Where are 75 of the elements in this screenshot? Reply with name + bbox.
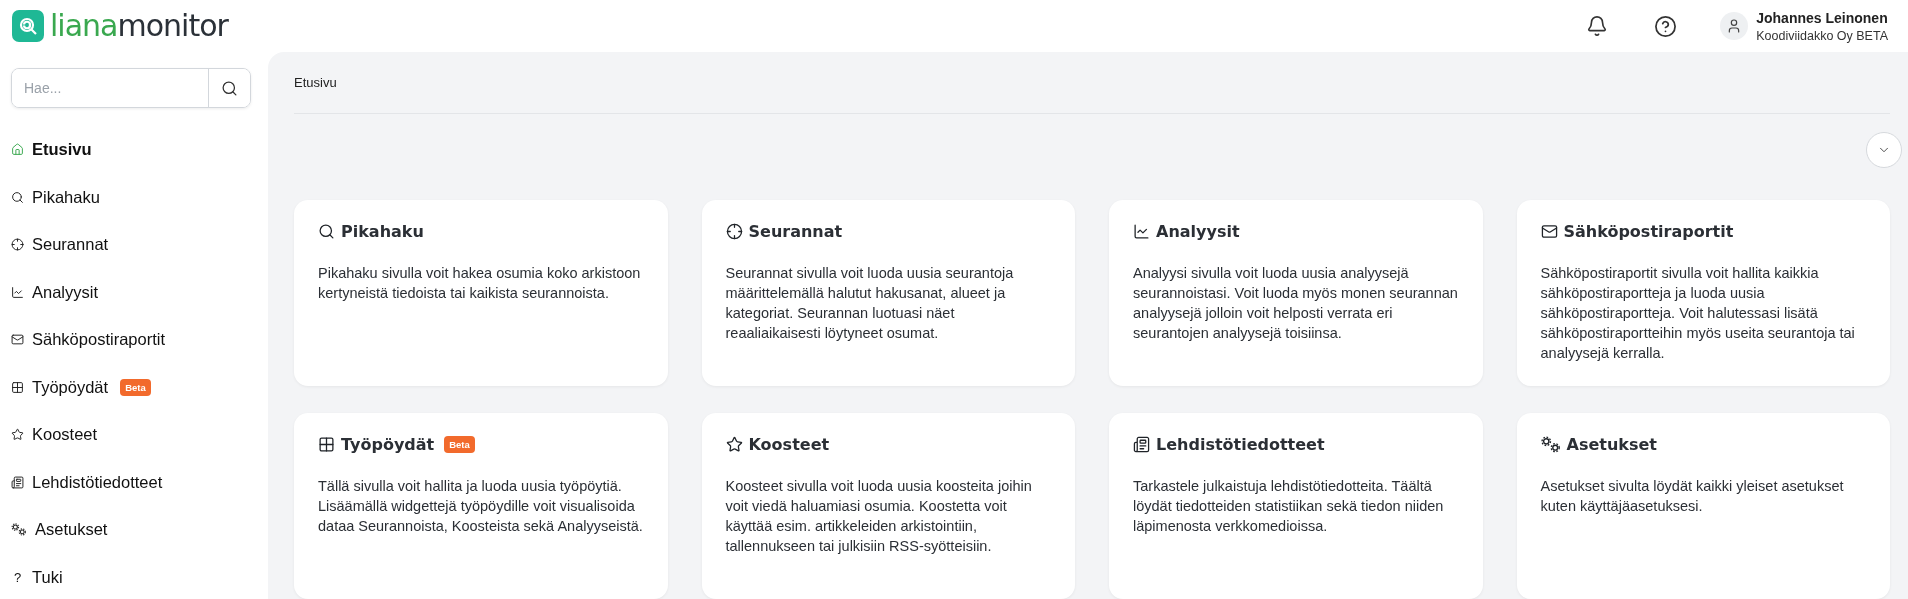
- search-icon: [221, 79, 238, 97]
- envelope-icon: [11, 333, 24, 347]
- star-icon: [725, 436, 743, 453]
- search-field[interactable]: Hae...: [11, 68, 251, 108]
- gears-icon: [1540, 436, 1561, 453]
- card-title: Analyysit: [1156, 222, 1240, 241]
- card-title: Asetukset: [1566, 435, 1657, 454]
- feature-card[interactable]: Koosteet Koosteet sivulla voit luoda uusia koosteita joihin voit viedä haluamiasi osumia. Koostetta voit käyttää esim. artikkeleiden arkistointiin, tallennukseen tai julkisiin RSS-syötteisiin.: [701, 413, 1075, 599]
- card-title: Lehdistötiedotteet: [1156, 435, 1325, 454]
- newspaper-icon: [11, 475, 24, 489]
- crosshair-icon: [725, 223, 743, 240]
- gears-icon: [11, 523, 27, 537]
- nav-item[interactable]: ? Tuki: [11, 553, 63, 599]
- nav-label: Pikahaku: [32, 187, 100, 207]
- search-button[interactable]: [208, 69, 250, 107]
- nav-label: Työpöydät: [32, 377, 109, 397]
- line-chart-icon: [1133, 223, 1150, 240]
- user-avatar[interactable]: [1720, 12, 1749, 40]
- organization-name: Koodiviidakko Oy BETA: [1756, 28, 1888, 43]
- nav-item[interactable]: Lehdistötiedotteet: [11, 458, 163, 506]
- nav-item[interactable]: Työpöydät Beta: [11, 363, 151, 411]
- nav-label: Sähköpostiraportit: [32, 330, 165, 350]
- line-chart-icon: [11, 285, 24, 299]
- card-title: Koosteet: [748, 435, 830, 454]
- card-description: Tällä sivulla voit hallita ja luoda uusia työpöytiä. Lisäämällä widgettejä työpöydille voit visualisoida dataa Seurannoista, Koosteista sekä Analyyseistä.: [318, 477, 644, 536]
- nav-label: Asetukset: [35, 520, 108, 540]
- card-description: Seurannat sivulla voit luoda uusia seurantoja määrittelemällä halutut hakusanat, alueet ja kategoriat. Seurannan luotuasi näet reaaliaikaisesti löytyneet osumat.: [725, 264, 1015, 343]
- beta-badge: Beta: [120, 378, 151, 396]
- feature-card[interactable]: Seurannat Seurannat sivulla voit luoda uusia seurantoja määrittelemällä halutut hakusanat, alueet ja kategoriat. Seurannan luotuasi näet reaaliaikaisesti löytyneet osumat.: [701, 200, 1075, 386]
- help-icon[interactable]: [1653, 14, 1677, 38]
- envelope-icon: [1540, 223, 1558, 240]
- feature-card[interactable]: Lehdistötiedotteet Tarkastele julkaistuja lehdistötiedotteita. Täältä löydät tiedotteiden statistiikan sekä tiedon niiden läpimenosta verkkomedioissa.: [1109, 413, 1483, 599]
- nav-item[interactable]: Koosteet: [11, 411, 98, 459]
- beta-badge: Beta: [444, 436, 475, 453]
- nav-label: Seurannat: [32, 235, 109, 255]
- card-description: Analyysi sivulla voit luoda uusia analyysejä seurannoistasi. Voit luoda myös monen seurannan analyysejä jolloin voit helposti verrata eri seurantojen analyysejä toisiinsa.: [1133, 264, 1459, 343]
- nav-item[interactable]: Analyysit: [11, 268, 99, 316]
- feature-card[interactable]: Analyysit Analyysi sivulla voit luoda uusia analyysejä seurannoistasi. Voit luoda myös monen seurannan analyysejä jolloin voit helposti verrata eri seurantojen analyysejä toisiinsa.: [1109, 200, 1483, 386]
- nav-label: Etusivu: [32, 140, 92, 160]
- nav-label: Koosteet: [32, 425, 98, 445]
- newspaper-icon: [1133, 436, 1150, 453]
- card-description: Asetukset sivulta löydät kaikki yleiset asetukset kuten käyttäjäasetuksesi.: [1540, 477, 1845, 516]
- question-mark-icon: ?: [11, 569, 24, 585]
- star-icon: [11, 428, 24, 442]
- card-title: Sähköpostiraportit: [1563, 222, 1734, 241]
- breadcrumb[interactable]: Etusivu: [294, 75, 337, 90]
- grid-icon: [11, 380, 24, 394]
- card-description: Tarkastele julkaistuja lehdistötiedotteita. Täältä löydät tiedotteiden statistiikan sekä tiedon niiden läpimenosta verkkomedioissa.: [1133, 477, 1445, 536]
- grid-icon: [318, 436, 335, 453]
- nav-item[interactable]: Sähköpostiraportit: [11, 316, 165, 364]
- logo-icon: [12, 10, 44, 42]
- nav-item[interactable]: Seurannat: [11, 221, 109, 269]
- nav-item[interactable]: Etusivu: [11, 126, 92, 174]
- card-title: Pikahaku: [341, 222, 424, 241]
- nav-item[interactable]: Pikahaku: [11, 173, 100, 221]
- card-description: Pikahaku sivulla voit hakea osumia koko arkistoon kertyneistä tiedoista tai kaikista seurannoista.: [318, 264, 642, 303]
- search-icon: [11, 190, 24, 204]
- card-title: Seurannat: [748, 222, 843, 241]
- feature-card[interactable]: [1516, 200, 1890, 386]
- crosshair-icon: [11, 238, 24, 252]
- nav-label: Tuki: [32, 567, 63, 587]
- home-icon: [11, 143, 24, 157]
- user-name: Johannes Leinonen: [1756, 9, 1888, 26]
- nav-label: Analyysit: [32, 282, 99, 302]
- card-description: Koosteet sivulla voit luoda uusia koosteita joihin voit viedä haluamiasi osumia. Koostetta voit käyttää esim. artikkeleiden arkistointiin, tallennukseen tai julkisiin RSS-syötteisiin.: [725, 477, 1033, 556]
- bell-icon[interactable]: [1586, 15, 1609, 37]
- feature-card[interactable]: Asetukset Asetukset sivulta löydät kaikki yleiset asetukset kuten käyttäjäasetuksesi.: [1516, 413, 1890, 599]
- nav-item[interactable]: Asetukset: [11, 506, 108, 554]
- nav-label: Lehdistötiedotteet: [32, 472, 163, 492]
- search-icon: [318, 223, 335, 240]
- card-description: Sähköpostiraportit sivulla voit hallita kaikkia sähköpostiraportteja ja luoda uusia sähköpostiraportteja. Voit halutessasi lisätä sähköpostiraportteihin myös useita seurantoja tai analyysejä kerralla.: [1540, 264, 1856, 363]
- card-title: Työpöydät: [341, 435, 435, 454]
- feature-card[interactable]: Työpöydät Beta Tällä sivulla voit hallita ja luoda uusia työpöytiä. Lisäämällä widgettejä työpöydille voit visualisoida dataa Seurannoista, Koosteista sekä Analyyseistä.: [294, 413, 668, 599]
- feature-card[interactable]: Pikahaku Pikahaku sivulla voit hakea osumia koko arkistoon kertyneistä tiedoista tai kaikista seurannoista.: [294, 200, 668, 386]
- logo-text: lianamonitor: [50, 11, 228, 41]
